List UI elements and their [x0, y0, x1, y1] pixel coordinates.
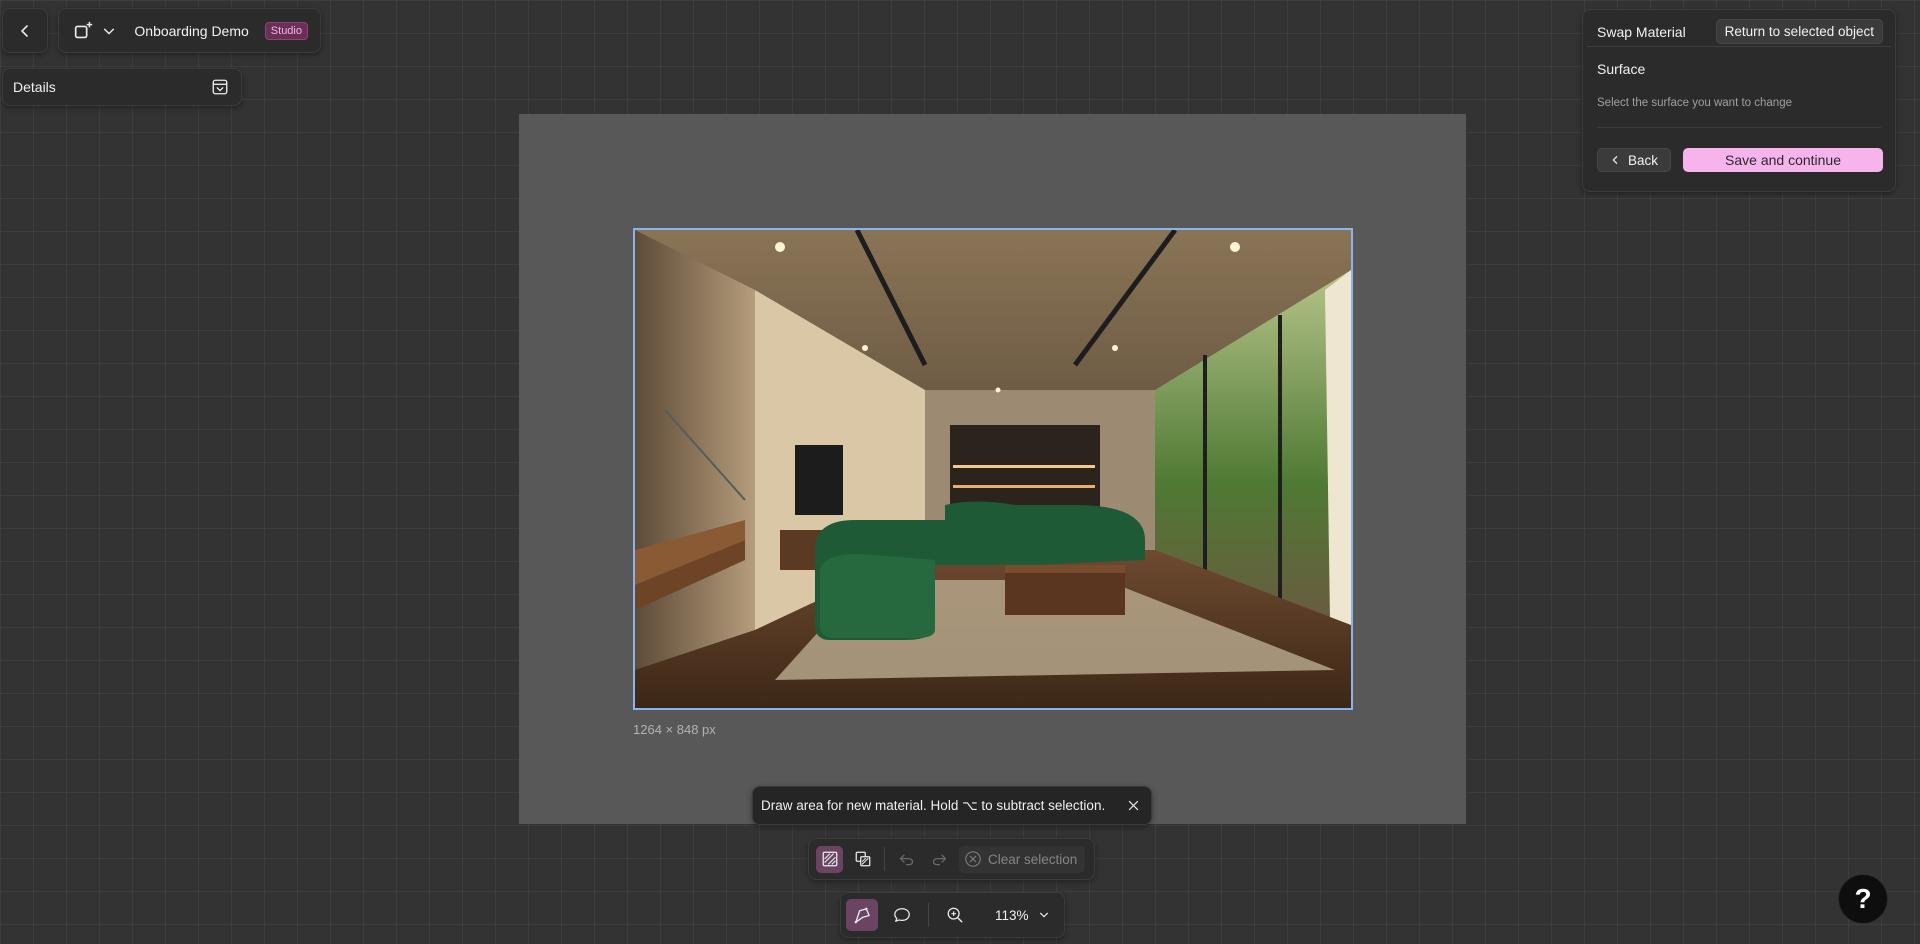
chevron-left-icon — [1612, 156, 1618, 164]
zoom-level-dropdown[interactable]: 113% — [995, 908, 1049, 923]
collapse-panel-icon[interactable] — [209, 76, 231, 98]
swap-panel-header: Swap Material Return to selected object — [1587, 10, 1891, 47]
canvas-image[interactable] — [633, 228, 1353, 710]
back-button[interactable]: Back — [1597, 148, 1672, 172]
toolbar-divider — [928, 903, 929, 927]
undo-icon[interactable] — [893, 846, 920, 873]
studio-badge: Studio — [264, 21, 308, 40]
zoom-level: 113% — [995, 907, 1029, 923]
back-navigation-button[interactable] — [2, 8, 48, 53]
chevron-left-icon — [21, 24, 28, 37]
chevron-down-icon — [1039, 912, 1048, 918]
redo-icon[interactable] — [926, 846, 953, 873]
comment-icon[interactable] — [886, 899, 918, 931]
project-name: Onboarding Demo — [134, 22, 249, 39]
draw-hint-toast: Draw area for new material. Hold ⌥ to su… — [752, 786, 1152, 825]
help-icon: ? — [1854, 883, 1872, 914]
details-panel: Details — [2, 68, 242, 106]
toolbar-divider — [884, 847, 885, 871]
image-dimensions: 1264 × 848 px — [633, 722, 716, 737]
view-toolbar: 113% — [840, 892, 1065, 938]
clear-selection-label: Clear selection — [988, 851, 1078, 867]
surface-hint: Select the surface you want to change — [1597, 97, 1881, 128]
save-and-continue-button[interactable]: Save and continue — [1683, 148, 1883, 172]
selection-toolbar: Clear selection — [808, 838, 1095, 880]
pointer-tool-icon[interactable] — [846, 899, 878, 931]
surface-section-title: Surface — [1597, 61, 1646, 77]
zoom-icon[interactable] — [939, 899, 971, 931]
chevron-down-icon[interactable] — [101, 23, 117, 39]
back-button-label: Back — [1628, 152, 1659, 168]
details-title: Details — [13, 79, 56, 95]
project-bar: Onboarding Demo Studio — [58, 8, 321, 53]
living-room-image — [635, 230, 1351, 708]
shape-add-icon[interactable] — [71, 19, 95, 43]
clear-selection-button[interactable]: Clear selection — [959, 845, 1086, 873]
brush-select-icon[interactable] — [816, 845, 843, 873]
swap-panel-title: Swap Material — [1597, 23, 1686, 40]
return-to-selected-object-button[interactable]: Return to selected object — [1715, 19, 1883, 44]
swap-material-panel: Swap Material Return to selected object … — [1582, 9, 1896, 192]
close-icon[interactable] — [1124, 797, 1142, 815]
clear-circle-icon — [965, 851, 981, 867]
draw-hint-message: Draw area for new material. Hold ⌥ to su… — [761, 797, 1106, 813]
object-select-icon[interactable] — [849, 846, 876, 873]
help-button[interactable]: ? — [1838, 874, 1888, 924]
